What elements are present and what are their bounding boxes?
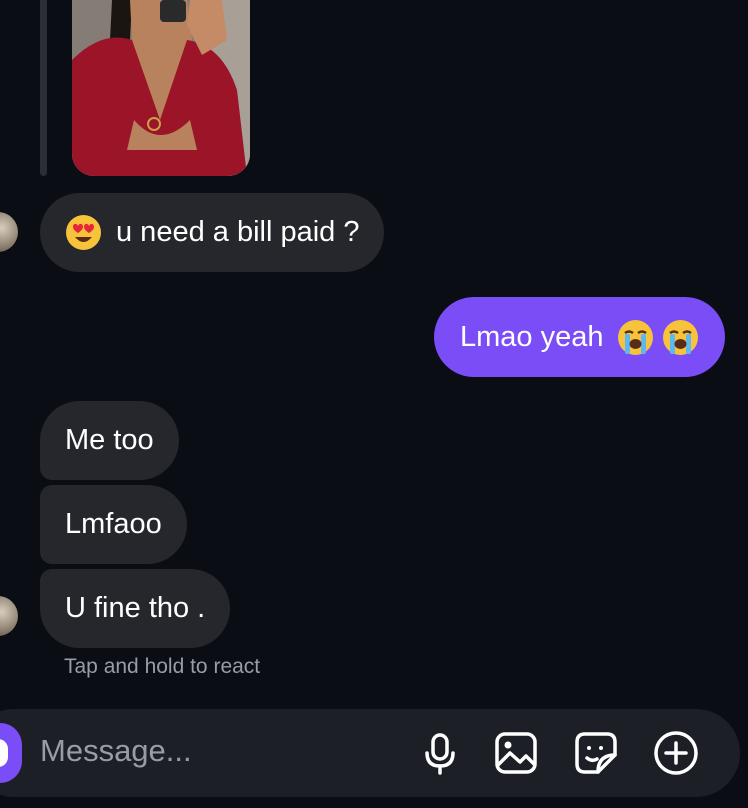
message-text: u need a bill paid ?: [116, 216, 360, 248]
react-hint: Tap and hold to react: [64, 655, 261, 678]
sticker-icon[interactable]: [572, 729, 620, 777]
message-bubble-received[interactable]: U fine tho .: [40, 569, 231, 648]
shared-photo[interactable]: [72, 0, 250, 176]
heart-eyes-emoji-icon: [65, 214, 102, 251]
message-text: Me too: [65, 424, 154, 456]
message-text: U fine tho .: [65, 592, 206, 624]
reply-quote-bar: [40, 0, 47, 176]
message-bubble-received[interactable]: Lmfaoo: [40, 485, 187, 564]
contact-avatar[interactable]: [0, 212, 18, 252]
loudly-crying-emoji-icon: [662, 319, 699, 356]
gallery-icon[interactable]: [492, 729, 540, 777]
message-input[interactable]: Message...: [40, 733, 192, 769]
message-text: Lmao yeah: [460, 320, 604, 353]
message-bubble-received[interactable]: u need a bill paid ?: [40, 193, 385, 272]
message-bubble-received[interactable]: Me too: [40, 401, 179, 480]
loudly-crying-emoji-icon: [617, 319, 654, 356]
message-text: Lmfaoo: [65, 508, 162, 540]
message-bubble-sent[interactable]: Lmao yeah: [434, 297, 725, 377]
microphone-icon[interactable]: [416, 729, 464, 777]
contact-avatar[interactable]: [0, 596, 18, 636]
add-circle-icon[interactable]: [652, 729, 700, 777]
